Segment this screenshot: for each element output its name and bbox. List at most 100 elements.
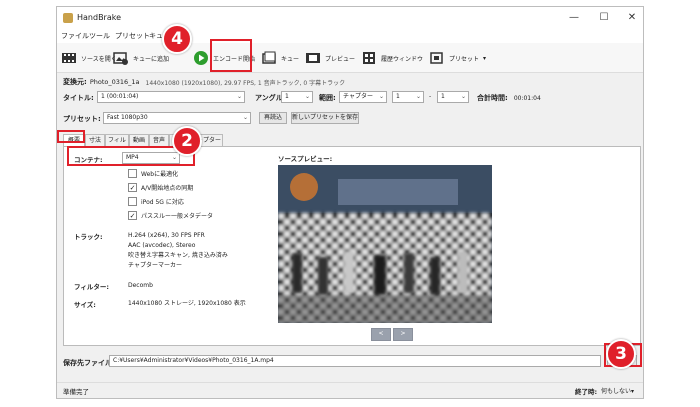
range-row: 範囲: <box>319 91 336 105</box>
preview-label: プレビュー <box>325 55 356 63</box>
angle-select-value: 1 <box>285 93 289 100</box>
save-new-preset-button[interactable]: 新しいプリセットを保存 <box>291 112 359 124</box>
range-end-select[interactable]: 1 ⌄ <box>437 91 469 103</box>
tab-filters[interactable]: フィルタ <box>105 134 129 155</box>
queue-label: キュー <box>281 55 300 63</box>
web-optimized-label: Webに最適化 <box>141 171 179 178</box>
title-label: タイトル: <box>63 94 94 102</box>
presets-button[interactable]: プリセット ▾ <box>429 49 486 67</box>
filters-label: フィルター: <box>74 283 109 291</box>
queue-icon <box>261 50 277 66</box>
size-label: サイズ: <box>74 301 96 309</box>
av-sync-label: A/V開始地点の同期 <box>141 185 194 192</box>
handbrake-window: HandBrake — ☐ ✕ ファイル ツール プリセット キュー ソースを開… <box>56 6 644 399</box>
title-select[interactable]: 1 (00:01:04) ⌄ <box>97 91 245 103</box>
av-sync-checkbox[interactable]: ✓ A/V開始地点の同期 <box>128 183 193 192</box>
destination-row: 保存先ファイル: <box>63 356 115 370</box>
tab-video[interactable]: 動画 <box>129 134 149 146</box>
activity-log-icon <box>361 50 377 66</box>
angle-select[interactable]: 1 ⌄ <box>281 91 313 103</box>
reload-preset-button[interactable]: 再読込 <box>259 112 287 124</box>
menu-bar: ファイル ツール プリセット キュー <box>57 29 643 43</box>
toolbar: ソースを開く キューに追加 エンコード開始 キュー プレビュー 履歴ウィンドウ … <box>57 43 643 73</box>
track-line-4: チャプターマーカー <box>128 262 182 269</box>
preview-prev-button[interactable]: < <box>371 328 391 341</box>
menu-tools[interactable]: ツール <box>89 31 110 41</box>
source-preview-image <box>278 165 492 323</box>
menu-file[interactable]: ファイル <box>61 31 89 41</box>
chevron-down-icon: ⌄ <box>304 93 310 100</box>
maximize-button[interactable]: ☐ <box>593 11 615 25</box>
when-done-select[interactable]: 何もしない▾ <box>601 386 634 395</box>
queue-button[interactable]: キュー <box>261 49 299 67</box>
annotation-badge-4: 4 <box>162 24 192 54</box>
add-queue-icon <box>113 50 129 66</box>
duration-value: 00:01:04 <box>513 94 541 102</box>
chevron-down-icon: ⌄ <box>378 93 384 100</box>
handbrake-logo-icon <box>63 13 73 23</box>
preset-select-value: Fast 1080p30 <box>107 114 148 121</box>
checkmark-icon: ✓ <box>128 211 137 220</box>
range-start-select[interactable]: 1 ⌄ <box>392 91 424 103</box>
annotation-badge-3: 3 <box>606 339 636 369</box>
chevron-down-icon: ⌄ <box>236 93 242 100</box>
open-source-label: ソースを開く <box>81 55 117 63</box>
destination-path-input[interactable]: C:¥Users¥Administrator¥Videos¥Photo_0316… <box>109 355 601 367</box>
chevron-down-icon: ⌄ <box>242 114 248 121</box>
chevron-down-icon: ⌄ <box>415 93 421 100</box>
chevron-down-icon: ▾ <box>483 54 487 62</box>
annotation-box-start <box>210 39 252 72</box>
destination-label: 保存先ファイル: <box>63 359 115 367</box>
title-row: タイトル: <box>63 91 94 105</box>
checkbox-box <box>128 169 137 178</box>
source-name: Photo_0316_1a <box>89 78 140 86</box>
open-source-button[interactable]: ソースを開く <box>61 49 117 67</box>
range-end-value: 1 <box>441 93 445 100</box>
add-to-queue-label: キューに追加 <box>133 55 170 63</box>
activity-window-button[interactable]: 履歴ウィンドウ <box>361 49 423 67</box>
source-details: 1440x1080 (1920x1080), 29.97 FPS, 1 音声トラ… <box>145 79 346 87</box>
tab-audio[interactable]: 音声 <box>149 134 169 146</box>
preset-label: プリセット: <box>63 115 101 123</box>
track-line-1: H.264 (x264), 30 FPS PFR <box>128 232 205 239</box>
minimize-button[interactable]: — <box>563 11 585 25</box>
passthru-metadata-checkbox[interactable]: ✓ パススルー一般メタデータ <box>128 211 213 220</box>
chevron-down-icon: ⌄ <box>460 93 466 100</box>
film-icon <box>61 50 77 66</box>
menu-presets[interactable]: プリセット <box>115 31 150 41</box>
filters-value: Decomb <box>128 282 153 289</box>
add-to-queue-button[interactable]: キューに追加 <box>113 49 169 67</box>
checkbox-box <box>128 197 137 206</box>
duration-label: 合計時間: <box>477 94 508 102</box>
tracks-label: トラック: <box>74 233 103 241</box>
preview-button[interactable]: プレビュー <box>305 49 355 67</box>
preset-select[interactable]: Fast 1080p30 ⌄ <box>103 112 251 124</box>
tab-dimensions[interactable]: 寸法 <box>85 134 105 146</box>
preview-next-button[interactable]: > <box>393 328 413 341</box>
title-bar: HandBrake — ☐ ✕ <box>57 7 643 29</box>
preview-film-icon <box>305 50 321 66</box>
range-label: 範囲: <box>319 94 336 102</box>
passthru-metadata-label: パススルー一般メタデータ <box>141 213 214 220</box>
size-value: 1440x1080 ストレージ, 1920x1080 表示 <box>128 300 246 307</box>
status-text: 準備完了 <box>63 388 89 396</box>
ipod-5g-label: iPod 5G に対応 <box>141 199 184 206</box>
ipod-5g-checkbox[interactable]: iPod 5G に対応 <box>128 197 184 206</box>
annotation-box-summary-tab <box>57 130 85 143</box>
range-separator: - <box>429 93 432 100</box>
when-done-label: 終了時: <box>575 388 598 396</box>
range-type-select[interactable]: チャプター ⌄ <box>339 91 387 103</box>
presets-label: プリセット <box>449 55 480 63</box>
play-icon <box>193 50 209 66</box>
duration-row: 合計時間: 00:01:04 <box>477 91 541 105</box>
destination-path-value: C:¥Users¥Administrator¥Videos¥Photo_0316… <box>113 357 274 364</box>
preset-row: プリセット: <box>63 112 101 126</box>
source-label: 変換元: <box>63 78 87 86</box>
status-bar: 準備完了 終了時: 何もしない▾ <box>57 382 643 398</box>
close-button[interactable]: ✕ <box>621 11 643 25</box>
range-type-value: チャプター <box>343 93 373 100</box>
annotation-badge-2: 2 <box>172 126 202 156</box>
source-row: 変換元: Photo_0316_1a 1440x1080 (1920x1080)… <box>63 75 345 89</box>
web-optimized-checkbox[interactable]: Webに最適化 <box>128 169 178 178</box>
title-select-value: 1 (00:01:04) <box>101 93 139 100</box>
